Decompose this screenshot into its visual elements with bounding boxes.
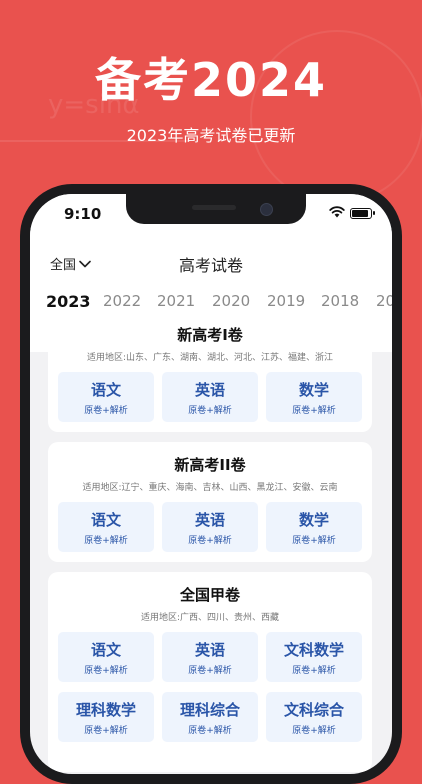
subject-desc: 原卷+解析 <box>292 666 336 676</box>
subject-desc: 原卷+解析 <box>292 536 336 546</box>
exam-card: 新高考I卷 适用地区:山东、广东、湖南、湖北、河北、江苏、福建、浙江 语文 原卷… <box>48 312 372 432</box>
subject-button[interactable]: 理科综合 原卷+解析 <box>162 692 258 742</box>
subject-name: 文科数学 <box>283 641 344 659</box>
subject-button[interactable]: 数学 原卷+解析 <box>266 502 362 552</box>
subject-name: 英语 <box>194 381 225 399</box>
subject-desc: 原卷+解析 <box>292 406 336 416</box>
subject-button[interactable]: 语文 原卷+解析 <box>58 632 154 682</box>
subject-button[interactable]: 英语 原卷+解析 <box>162 372 258 422</box>
battery-tip <box>373 211 375 215</box>
subject-name: 理科综合 <box>179 701 240 719</box>
card-title: 新高考II卷 <box>174 456 246 474</box>
subject-button[interactable]: 文科数学 原卷+解析 <box>266 632 362 682</box>
subject-name: 英语 <box>194 641 225 659</box>
subject-button[interactable]: 英语 原卷+解析 <box>162 632 258 682</box>
year-tab-2020[interactable]: 2020 <box>212 292 250 310</box>
card-regions: 适用地区:辽宁、重庆、海南、吉林、山西、黑龙江、安徽、云南 <box>82 483 338 493</box>
subject-name: 数学 <box>298 511 329 529</box>
front-camera <box>260 203 273 216</box>
card-title: 全国甲卷 <box>179 586 240 604</box>
status-time: 9:10 <box>64 205 102 223</box>
subject-button[interactable]: 文科综合 原卷+解析 <box>266 692 362 742</box>
card-title: 新高考I卷 <box>177 326 243 344</box>
exam-card: 新高考II卷 适用地区:辽宁、重庆、海南、吉林、山西、黑龙江、安徽、云南 语文 … <box>48 442 372 562</box>
year-tab-2023[interactable]: 2023 <box>46 292 91 311</box>
subject-button[interactable]: 理科数学 原卷+解析 <box>58 692 154 742</box>
year-tab-2019[interactable]: 2019 <box>267 292 305 310</box>
exam-card: 全国甲卷 适用地区:广西、四川、贵州、西藏 语文 原卷+解析 英语 原卷+解析 … <box>48 572 372 772</box>
subject-desc: 原卷+解析 <box>188 726 232 736</box>
year-tab-2022[interactable]: 2022 <box>103 292 141 310</box>
subject-name: 语文 <box>90 511 121 529</box>
promo-title: 备考2024 <box>94 53 328 107</box>
subject-name: 英语 <box>194 511 225 529</box>
subject-name: 数学 <box>298 381 329 399</box>
subject-desc: 原卷+解析 <box>188 666 232 676</box>
subject-button[interactable]: 语文 原卷+解析 <box>58 502 154 552</box>
subject-desc: 原卷+解析 <box>84 536 128 546</box>
phone-frame: 9:10 全国 高考试卷 2023 2022 2021 2020 2019 20… <box>20 184 402 784</box>
year-tab-2017[interactable]: 2017 <box>376 292 392 310</box>
subject-desc: 原卷+解析 <box>84 726 128 736</box>
subject-button[interactable]: 数学 原卷+解析 <box>266 372 362 422</box>
subject-button[interactable]: 英语 原卷+解析 <box>162 502 258 552</box>
subject-desc: 原卷+解析 <box>84 666 128 676</box>
subject-button[interactable]: 语文 原卷+解析 <box>58 372 154 422</box>
subject-desc: 原卷+解析 <box>292 726 336 736</box>
wifi-icon <box>329 206 345 218</box>
phone-notch <box>126 194 306 224</box>
year-tab-2018[interactable]: 2018 <box>321 292 359 310</box>
subject-desc: 原卷+解析 <box>188 536 232 546</box>
year-tab-2021[interactable]: 2021 <box>157 292 195 310</box>
speaker-grille <box>192 205 236 210</box>
card-regions: 适用地区:广西、四川、贵州、西藏 <box>140 613 280 623</box>
subject-name: 语文 <box>90 641 121 659</box>
subject-desc: 原卷+解析 <box>84 406 128 416</box>
subject-desc: 原卷+解析 <box>188 406 232 416</box>
card-regions: 适用地区:山东、广东、湖南、湖北、河北、江苏、福建、浙江 <box>86 353 334 363</box>
subject-name: 文科综合 <box>283 701 344 719</box>
phone-screen: 9:10 全国 高考试卷 2023 2022 2021 2020 2019 20… <box>30 194 392 774</box>
subject-name: 理科数学 <box>75 701 136 719</box>
battery-icon <box>350 208 372 219</box>
subject-name: 语文 <box>90 381 121 399</box>
promo-subtitle: 2023年高考试卷已更新 <box>126 126 296 145</box>
page-title: 高考试卷 <box>178 256 243 275</box>
